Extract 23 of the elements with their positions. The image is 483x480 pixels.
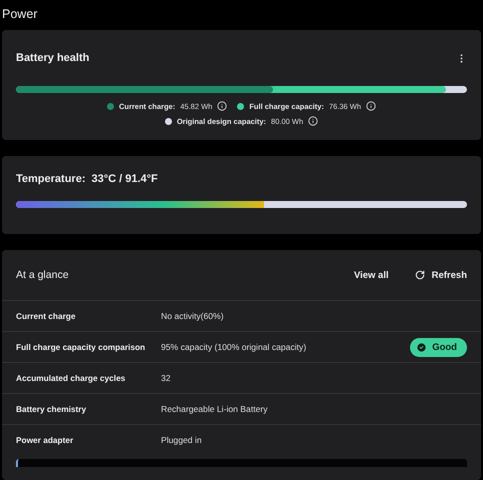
view-all-button[interactable]: View all <box>354 270 389 280</box>
row-label: Accumulated charge cycles <box>16 373 126 383</box>
temperature-value: 33°C / 91.4°F <box>91 172 158 184</box>
info-icon[interactable] <box>366 101 376 111</box>
check-icon <box>416 342 428 352</box>
page-title: Power <box>2 6 38 23</box>
info-icon[interactable] <box>308 116 318 126</box>
temperature-label: Temperature: <box>16 172 86 184</box>
status-badge: Good <box>410 338 467 356</box>
card-title: At a glance <box>16 269 69 281</box>
row-value: 95% capacity (100% original capacity) <box>161 342 308 352</box>
row-value: Rechargeable Li-ion Battery <box>161 404 269 414</box>
row-label: Battery chemistry <box>16 404 88 414</box>
row-label: Full charge capacity comparison <box>16 342 146 352</box>
row-value: No activity(60%) <box>161 311 225 321</box>
card-title: Battery health <box>16 52 90 64</box>
row-value: Plugged in <box>161 435 203 445</box>
info-icon[interactable] <box>217 101 228 111</box>
row-label: Current charge <box>16 311 76 321</box>
refresh-icon <box>414 270 425 280</box>
row-label: Power adapter <box>16 435 74 445</box>
refresh-button[interactable]: Refresh <box>414 270 467 280</box>
row-value: 32 <box>161 373 172 383</box>
